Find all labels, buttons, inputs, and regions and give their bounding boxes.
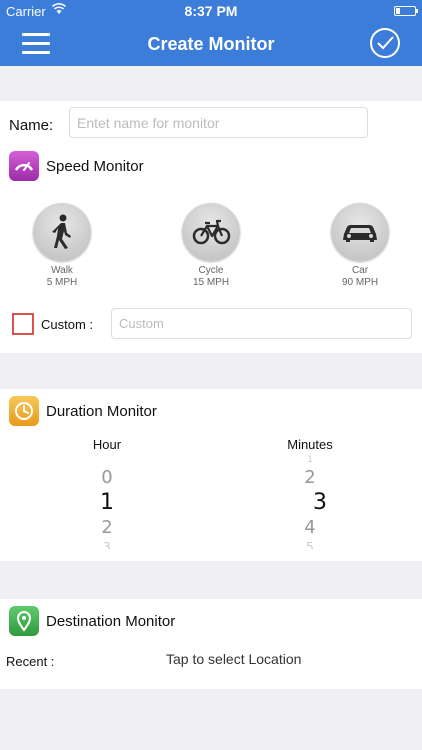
speed-monitor-header: Speed Monitor	[9, 151, 409, 181]
destination-monitor-title: Destination Monitor	[46, 613, 176, 630]
picker-item: 1	[307, 455, 313, 465]
car-mode-label: Car	[351, 265, 369, 276]
destination-monitor-header: Destination Monitor	[9, 606, 409, 636]
checkmark-icon	[377, 36, 394, 50]
picker-selected-item: 3	[313, 490, 327, 515]
custom-speed-input[interactable]	[111, 308, 412, 339]
picker-item: 2	[101, 517, 113, 538]
battery-icon	[394, 6, 418, 16]
picker-selected-item: 1	[100, 490, 114, 515]
cycle-mode-button[interactable]	[182, 203, 240, 261]
bicycle-icon	[192, 219, 231, 245]
duration-monitor-card: Duration Monitor Hour 0 1 2 3 Minutes 1 …	[0, 389, 422, 561]
walk-mode-button[interactable]	[33, 203, 91, 261]
hour-picker[interactable]: 0 1 2 3	[57, 455, 157, 549]
nav-bar: Create Monitor	[0, 22, 422, 66]
car-mode-speed: 90 MPH	[341, 277, 379, 288]
page-title: Create Monitor	[147, 34, 275, 54]
car-icon	[343, 225, 377, 242]
picker-item: 4	[304, 517, 316, 538]
custom-speed-label: Custom :	[41, 317, 94, 332]
monitor-name-input[interactable]	[69, 107, 368, 138]
cycle-mode-label: Cycle	[198, 265, 224, 276]
walk-mode-speed: 5 MPH	[46, 277, 78, 288]
status-time: 8:37 PM	[184, 3, 238, 19]
clock-icon	[9, 396, 39, 426]
speed-monitor-card: Name: Speed Monitor Walk 5 MPH Cycle 15 …	[0, 101, 422, 353]
picker-item: 5	[306, 540, 314, 549]
picker-item: 0	[101, 467, 113, 488]
custom-speed-checkbox[interactable]	[12, 313, 34, 335]
hour-picker-label: Hour	[92, 437, 122, 452]
walk-mode-label: Walk	[51, 265, 73, 276]
location-pin-icon	[9, 606, 39, 636]
picker-item: 3	[103, 540, 111, 549]
minutes-picker[interactable]: 1 2 3 4 5	[260, 455, 360, 549]
select-location-button[interactable]: Tap to select Location	[166, 651, 301, 667]
recent-label: Recent :	[6, 654, 55, 669]
walking-person-icon	[52, 214, 71, 249]
duration-monitor-title: Duration Monitor	[46, 403, 157, 420]
duration-monitor-header: Duration Monitor	[9, 396, 409, 426]
picker-item: 2	[304, 467, 316, 488]
name-label: Name:	[9, 117, 54, 134]
cycle-mode-speed: 15 MPH	[192, 277, 230, 288]
status-bar: Carrier 8:37 PM	[0, 0, 422, 22]
done-checkmark-button[interactable]	[370, 28, 400, 58]
speed-monitor-title: Speed Monitor	[46, 158, 144, 175]
speedometer-icon	[9, 151, 39, 181]
minutes-picker-label: Minutes	[287, 437, 333, 452]
car-mode-button[interactable]	[331, 203, 389, 261]
destination-monitor-card: Destination Monitor Recent : Tap to sele…	[0, 599, 422, 689]
